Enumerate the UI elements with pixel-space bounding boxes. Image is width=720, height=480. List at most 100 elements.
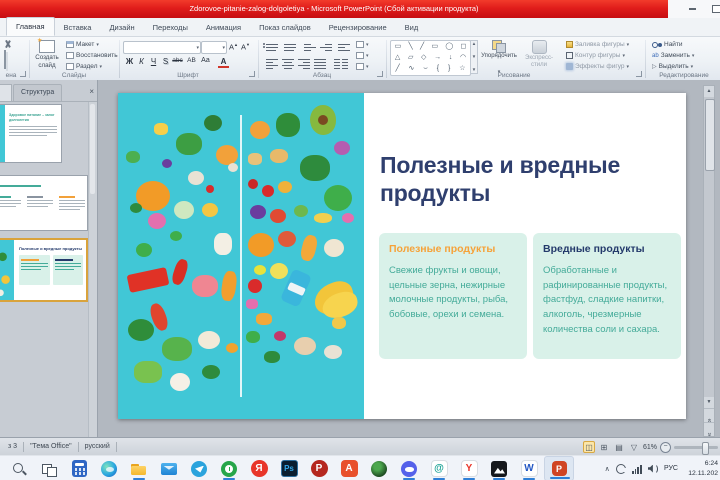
section-button[interactable]: Раздел▾ [66, 63, 102, 70]
shape-icon[interactable]: ◻ [460, 41, 466, 52]
drawing-dialog-launcher[interactable] [636, 71, 642, 77]
slide-canvas[interactable]: Полезные и вредные продукты Полезные про… [118, 93, 686, 419]
tab-outline[interactable]: Структура [13, 84, 62, 102]
quick-styles-button[interactable]: Экспресс-стили [518, 39, 560, 76]
pane-scrollbar[interactable] [88, 102, 97, 437]
shape-icon[interactable]: ╱ [420, 41, 424, 52]
font-name-combo[interactable]: ▾ [123, 41, 201, 54]
text-shadow-button[interactable]: S [160, 57, 171, 66]
next-slide-button[interactable]: » [704, 422, 714, 436]
shape-effects-button[interactable]: Эффекты фигур▾ [566, 63, 629, 70]
scrollbar-thumb[interactable] [705, 99, 715, 171]
reset-button[interactable]: Восстановить [66, 52, 118, 59]
indent-decrease-button[interactable] [304, 42, 316, 53]
slide-number-indicator[interactable]: з 3 [2, 442, 24, 452]
vertical-scrollbar[interactable]: ▲ ▼ « » [703, 85, 715, 437]
volume-icon[interactable] [648, 464, 658, 474]
healthy-products-box[interactable]: Полезные продукты Свежие фрукты и овощи,… [379, 233, 527, 359]
shape-icon[interactable]: ▭ [431, 41, 438, 52]
line-spacing-button[interactable] [338, 42, 350, 53]
taskbar-calculator[interactable] [64, 456, 94, 480]
numbering-button[interactable] [284, 42, 296, 53]
view-normal-button[interactable]: ◫ [583, 441, 595, 453]
taskbar-orange-a-app[interactable]: A [334, 456, 364, 480]
view-slideshow-button[interactable]: ▽ [628, 441, 640, 453]
pane-scrollbar-thumb[interactable] [90, 104, 95, 194]
shapes-gallery[interactable]: ▭╲╱▭◯◻△▱◇→↓◠╱∿⌣{}☆ [390, 40, 471, 76]
arrange-button[interactable]: Упорядочить ▾ [480, 39, 518, 76]
tab-view[interactable]: Вид [396, 19, 428, 36]
taskbar-telegram[interactable] [184, 456, 214, 480]
tab-review[interactable]: Рецензирование [320, 19, 396, 36]
zoom-level[interactable]: 61% [643, 444, 657, 451]
network-vpn-icon[interactable] [616, 464, 626, 474]
tab-home[interactable]: Главная [6, 17, 55, 36]
titlebar-drag-area[interactable]: Zdorovoe-pitanie-zalog-dolgoletiya - Mic… [0, 0, 668, 18]
align-left-button[interactable] [266, 57, 278, 71]
maximize-button[interactable] [706, 2, 720, 16]
slide-thumbnail-1[interactable]: Здоровое питание – залог долголетия [0, 104, 62, 163]
taskbar-word[interactable]: W [514, 456, 544, 480]
taskbar-yandex-y-app[interactable]: Y [454, 456, 484, 480]
slide-thumbnail-3-selected[interactable]: Полезные и вредные продукты [0, 238, 88, 302]
taskbar-mail[interactable] [154, 456, 184, 480]
align-center-button[interactable] [282, 57, 294, 71]
taskbar-at-app[interactable]: @ [424, 456, 454, 480]
indent-increase-button[interactable] [320, 42, 332, 53]
tray-expand-icon[interactable]: ∧ [605, 465, 610, 473]
strikethrough-button[interactable]: abc [172, 57, 183, 64]
taskbar-photoshop[interactable]: Ps [274, 456, 304, 480]
replace-button[interactable]: ab Заменить▾ [652, 52, 694, 59]
bullets-button[interactable] [266, 42, 278, 53]
keyboard-language[interactable]: РУС [664, 465, 678, 472]
taskbar-edge[interactable] [94, 456, 124, 480]
previous-slide-button[interactable]: « [704, 408, 714, 422]
find-button[interactable]: Найти [652, 41, 683, 48]
select-button[interactable]: ▷ Выделить▾ [652, 63, 693, 70]
shape-icon[interactable]: ◯ [445, 41, 453, 52]
new-slide-button[interactable]: ★ Создать слайд ▾ [32, 39, 62, 75]
tab-slides-partial[interactable] [0, 84, 12, 102]
taskbar-task-view[interactable] [34, 456, 64, 480]
grow-font-button[interactable]: А▲ [229, 42, 238, 52]
text-direction-button[interactable]: ▾ [356, 41, 369, 48]
tray-clock[interactable]: 6:24 12.11.202 [684, 459, 718, 477]
theme-indicator[interactable]: "Тема Office" [24, 442, 79, 452]
font-size-combo[interactable]: ▾ [201, 41, 227, 54]
cut-icon[interactable] [4, 40, 14, 49]
font-dialog-launcher[interactable] [249, 71, 255, 77]
taskbar-file-explorer[interactable] [124, 456, 154, 480]
slide-thumbnail-2[interactable] [0, 175, 88, 231]
slide-title[interactable]: Полезные и вредные продукты [380, 151, 680, 207]
taskbar-yandex-browser[interactable]: Я [244, 456, 274, 480]
zoom-slider-handle[interactable] [702, 442, 709, 455]
harmful-products-box[interactable]: Вредные продукты Обработанные и рафиниро… [533, 233, 681, 359]
copy-button[interactable] [4, 51, 14, 60]
align-text-button[interactable]: ▾ [356, 52, 369, 59]
shape-icon[interactable]: ▭ [395, 41, 402, 52]
tab-design[interactable]: Дизайн [100, 19, 143, 36]
tab-slideshow[interactable]: Показ слайдов [250, 19, 320, 36]
bold-button[interactable]: Ж [124, 57, 135, 66]
shape-icon[interactable]: △ [395, 52, 400, 63]
character-spacing-button[interactable]: АВ [186, 57, 197, 64]
taskbar-red-p-app[interactable]: P [304, 456, 334, 480]
signal-bars-icon[interactable] [632, 464, 642, 474]
smartart-convert-button[interactable]: ▾ [356, 63, 369, 70]
clipboard-dialog-launcher[interactable] [20, 71, 26, 77]
columns-button[interactable] [334, 57, 340, 71]
tab-insert[interactable]: Вставка [55, 19, 101, 36]
close-pane-icon[interactable]: × [89, 86, 94, 98]
underline-button[interactable]: Ч [148, 57, 159, 66]
shape-icon[interactable]: ▱ [408, 52, 413, 63]
justify-button[interactable] [314, 57, 326, 71]
change-case-button[interactable]: Аа [200, 57, 211, 64]
language-indicator[interactable]: русский [79, 442, 117, 452]
shape-fill-button[interactable]: Заливка фигуры▾ [566, 41, 629, 48]
shape-icon[interactable]: → [434, 52, 441, 63]
shape-icon[interactable]: ╲ [409, 41, 413, 52]
shape-icon[interactable]: ◇ [421, 52, 426, 63]
align-right-button[interactable] [298, 57, 310, 71]
taskbar-discord[interactable] [394, 456, 424, 480]
paragraph-dialog-launcher[interactable] [377, 71, 383, 77]
